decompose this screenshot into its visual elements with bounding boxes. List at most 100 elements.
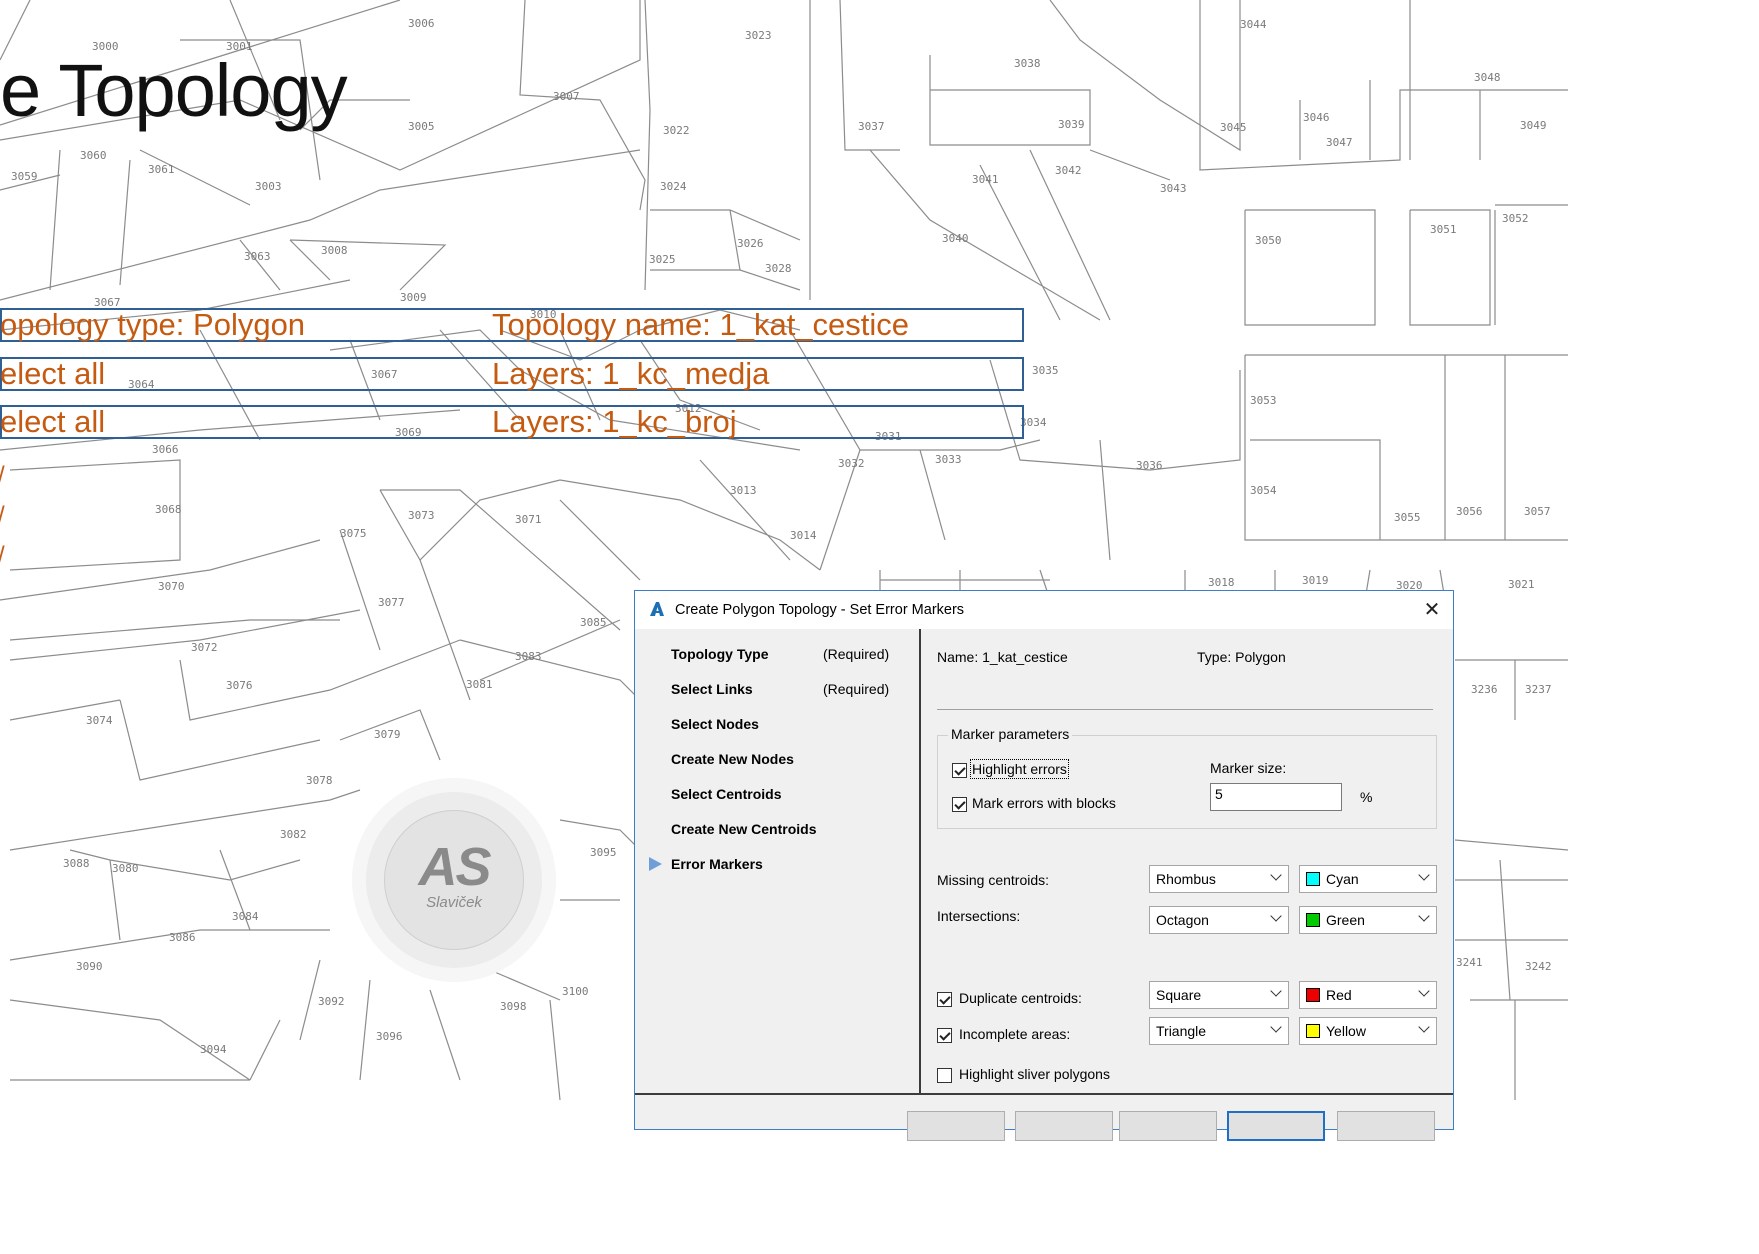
chevron-down-icon xyxy=(1418,985,1430,997)
parcel-number: 3056 xyxy=(1456,505,1483,518)
parcel-number: 3061 xyxy=(148,163,175,176)
info-row-nodes: elect all Layers: 1_kc_broj xyxy=(0,404,1024,439)
parcel-number: 3032 xyxy=(838,457,865,470)
parcel-number: 3082 xyxy=(280,828,307,841)
highlight-sliver-checkbox[interactable] xyxy=(937,1068,952,1083)
parcel-number: 3045 xyxy=(1220,121,1247,134)
parcel-number: 3006 xyxy=(408,17,435,30)
parcel-number: 3055 xyxy=(1394,511,1421,524)
parcel-number: 3054 xyxy=(1250,484,1277,497)
autocad-app-icon xyxy=(650,602,664,616)
parcel-number: 3096 xyxy=(376,1030,403,1043)
parcel-number: 3043 xyxy=(1160,182,1187,195)
parcel-number: 3014 xyxy=(790,529,817,542)
step-topology-type[interactable]: Topology Type xyxy=(671,646,768,662)
selected-color: Cyan xyxy=(1326,871,1359,887)
topology-type-label: Type: Polygon xyxy=(1197,649,1286,665)
header-divider xyxy=(937,709,1433,710)
parcel-number: 3044 xyxy=(1240,18,1267,31)
duplicate-centroids-label[interactable]: Duplicate centroids: xyxy=(959,990,1082,1006)
parcel-number: 3086 xyxy=(169,931,196,944)
parcel-number: 3050 xyxy=(1255,234,1282,247)
footer-button[interactable] xyxy=(1119,1111,1217,1141)
parcel-number: 3078 xyxy=(306,774,333,787)
footer-button[interactable] xyxy=(907,1111,1005,1141)
color-swatch xyxy=(1306,913,1320,927)
nodes-layers-text: Layers: 1_kc_broj xyxy=(492,404,737,439)
marker-size-input[interactable]: 5 xyxy=(1210,783,1342,811)
parcel-number: 3037 xyxy=(858,120,885,133)
info-row-links: elect all Layers: 1_kc_medja xyxy=(0,356,1024,391)
parcel-number: 3073 xyxy=(408,509,435,522)
missing-centroids-color-select[interactable]: Cyan xyxy=(1299,865,1437,893)
percent-label: % xyxy=(1360,789,1373,805)
select-all-links-text: elect all xyxy=(0,356,106,391)
incomplete-areas-shape-select[interactable]: Triangle xyxy=(1149,1017,1289,1045)
watermark-logo: AS Slaviček xyxy=(366,792,542,968)
step-select-nodes[interactable]: Select Nodes xyxy=(671,716,759,732)
chevron-down-icon xyxy=(1270,910,1282,922)
step-select-centroids[interactable]: Select Centroids xyxy=(671,786,781,802)
chevron-down-icon xyxy=(1270,985,1282,997)
selected-shape: Rhombus xyxy=(1156,871,1216,887)
selected-color: Yellow xyxy=(1326,1023,1366,1039)
parcel-number: 3034 xyxy=(1020,416,1047,429)
mark-errors-blocks-label[interactable]: Mark errors with blocks xyxy=(972,795,1116,811)
color-swatch xyxy=(1306,988,1320,1002)
missing-centroids-shape-select[interactable]: Rhombus xyxy=(1149,865,1289,893)
duplicate-centroids-color-select[interactable]: Red xyxy=(1299,981,1437,1009)
parcel-number: 3052 xyxy=(1502,212,1529,225)
slide-title: e Topology xyxy=(0,49,348,132)
step-select-links[interactable]: Select Links xyxy=(671,681,753,697)
incomplete-areas-checkbox[interactable] xyxy=(937,1028,952,1043)
step-create-new-nodes[interactable]: Create New Nodes xyxy=(671,751,794,767)
logo-mark: AS xyxy=(418,837,491,897)
color-swatch xyxy=(1306,1024,1320,1038)
step-create-new-centroids[interactable]: Create New Centroids xyxy=(671,821,816,837)
parcel-number: 3095 xyxy=(590,846,617,859)
select-all-nodes-text: elect all xyxy=(0,404,106,439)
selected-shape: Square xyxy=(1156,987,1202,1003)
parcel-number: 3242 xyxy=(1525,960,1552,973)
parcel-number: 3092 xyxy=(318,995,345,1008)
step-error-markers[interactable]: Error Markers xyxy=(671,856,763,872)
intersections-shape-select[interactable]: Octagon xyxy=(1149,906,1289,934)
parcel-number: 3025 xyxy=(649,253,676,266)
footer-button-primary[interactable] xyxy=(1227,1111,1325,1141)
parcel-number: 3053 xyxy=(1250,394,1277,407)
parcel-number: 3098 xyxy=(500,1000,527,1013)
highlight-sliver-label[interactable]: Highlight sliver polygons xyxy=(959,1066,1110,1082)
parcel-number: 3063 xyxy=(244,250,271,263)
dialog-titlebar[interactable]: Create Polygon Topology - Set Error Mark… xyxy=(635,591,1453,629)
group-title: Marker parameters xyxy=(948,726,1073,742)
footer-button[interactable] xyxy=(1015,1111,1113,1141)
topology-type-text: opology type: Polygon xyxy=(0,307,306,342)
current-step-arrow-icon xyxy=(649,857,662,871)
incomplete-areas-label[interactable]: Incomplete areas: xyxy=(959,1026,1070,1042)
duplicate-centroids-shape-select[interactable]: Square xyxy=(1149,981,1289,1009)
incomplete-areas-color-select[interactable]: Yellow xyxy=(1299,1017,1437,1045)
selected-color: Green xyxy=(1326,912,1365,928)
mark-errors-blocks-checkbox[interactable] xyxy=(952,797,967,812)
parcel-number: 3007 xyxy=(553,90,580,103)
intersections-label: Intersections: xyxy=(937,908,1021,924)
intersections-color-select[interactable]: Green xyxy=(1299,906,1437,934)
parcel-number: 3026 xyxy=(737,237,764,250)
close-button[interactable]: ✕ xyxy=(1415,595,1449,625)
footer-button[interactable] xyxy=(1337,1111,1435,1141)
parcel-number: 3068 xyxy=(155,503,182,516)
parcel-number: 3088 xyxy=(63,857,90,870)
parcel-number: 3057 xyxy=(1524,505,1551,518)
parcel-number: 3094 xyxy=(200,1043,227,1056)
parcel-number: 3048 xyxy=(1474,71,1501,84)
marker-size-label: Marker size: xyxy=(1210,760,1287,776)
highlight-errors-label[interactable]: Highlight errors xyxy=(970,759,1069,779)
links-layers-text: Layers: 1_kc_medja xyxy=(492,356,770,391)
parcel-number: 3090 xyxy=(76,960,103,973)
highlight-errors-checkbox[interactable] xyxy=(952,763,967,778)
parcel-number: 3236 xyxy=(1471,683,1498,696)
parcel-number: 3035 xyxy=(1032,364,1059,377)
duplicate-centroids-checkbox[interactable] xyxy=(937,992,952,1007)
parcel-number: 3084 xyxy=(232,910,259,923)
parcel-number: 3005 xyxy=(408,120,435,133)
